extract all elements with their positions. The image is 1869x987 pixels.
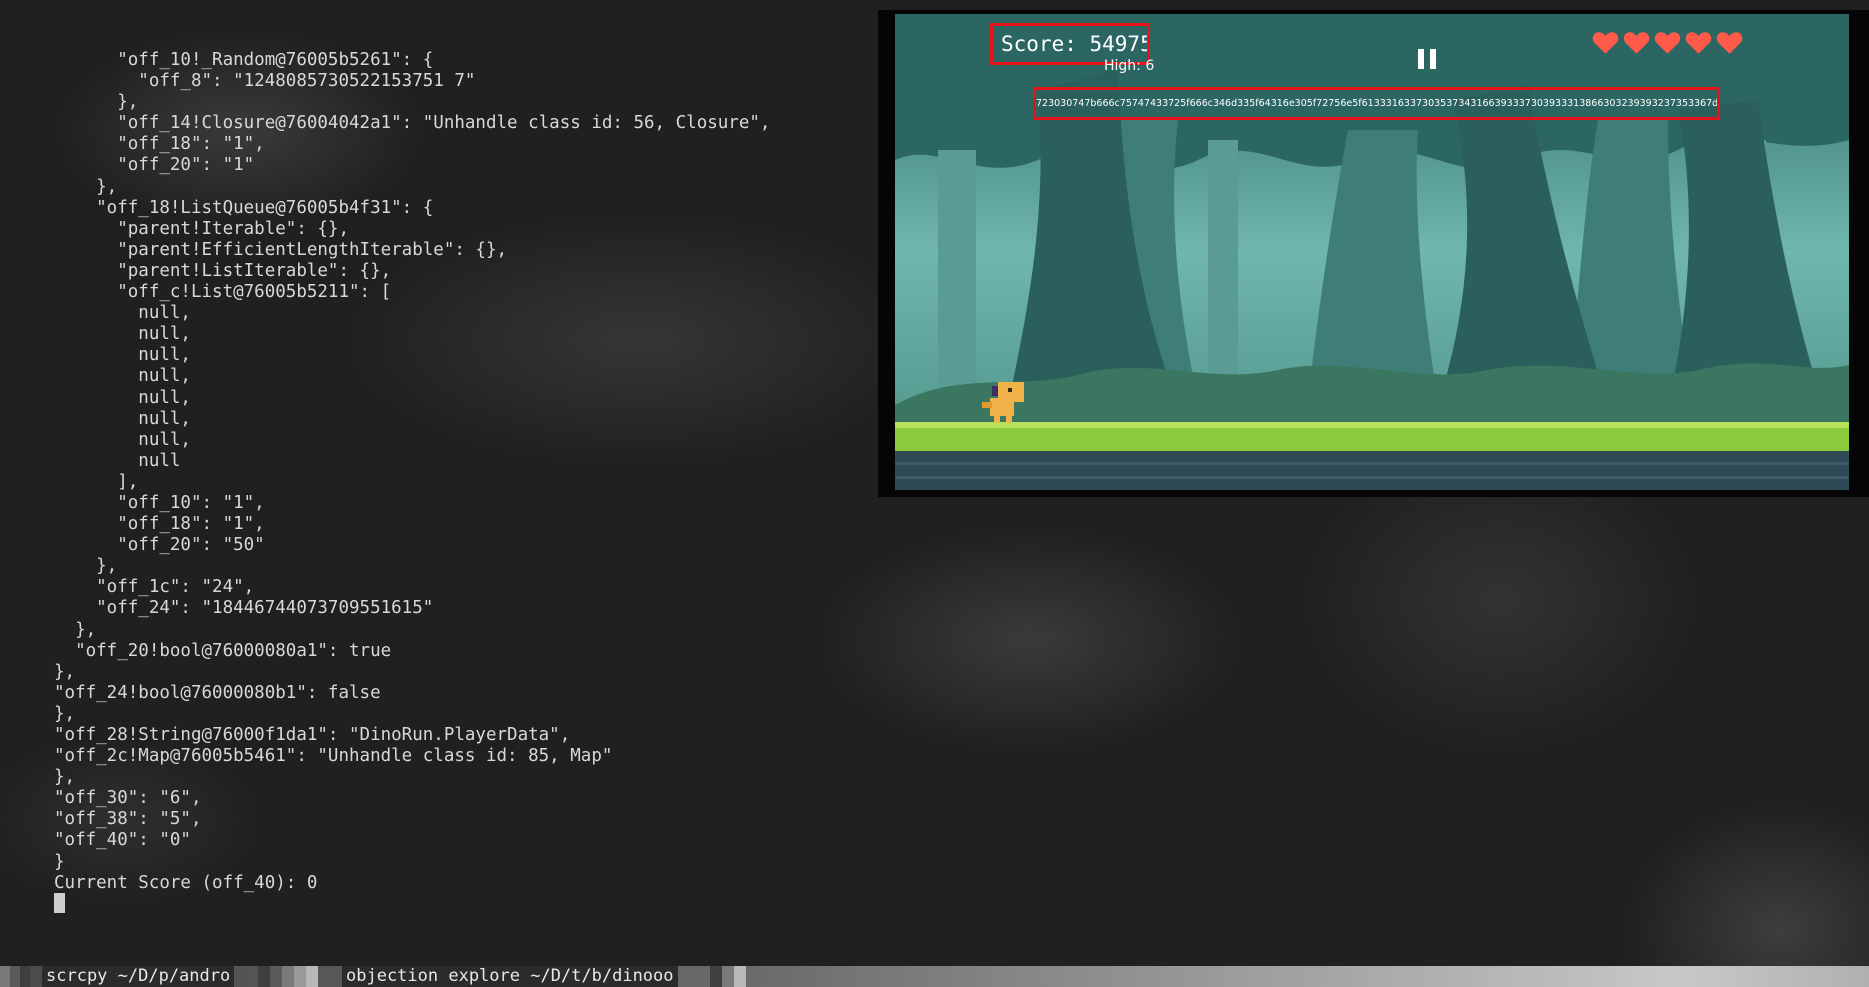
tmux-status-bar: scrcpy ~/D/p/andro objection explore ~/D… <box>0 966 1869 987</box>
status-window-scrcpy[interactable]: scrcpy ~/D/p/andro <box>42 966 235 987</box>
status-block <box>722 966 734 987</box>
heart-icon <box>1592 32 1619 54</box>
terminal-output: "off_10!_Random@76005b5261": { "off_8": … <box>54 50 771 893</box>
heart-icon <box>1654 32 1681 54</box>
flag-hash-text: 723030747b666c75747433725f666c346d335f64… <box>1033 87 1720 120</box>
desktop-screen: "off_10!_Random@76005b5261": { "off_8": … <box>0 0 1869 987</box>
status-block <box>734 966 746 987</box>
status-window-objection[interactable]: objection explore ~/D/t/b/dinooo <box>342 966 678 987</box>
status-block <box>20 966 30 987</box>
status-block <box>10 966 20 987</box>
status-block <box>306 966 318 987</box>
status-block <box>258 966 270 987</box>
pause-icon[interactable] <box>1418 49 1436 69</box>
high-score-label: High: 6 <box>1104 58 1155 74</box>
game-scene <box>878 10 1869 497</box>
heart-icon <box>1623 32 1650 54</box>
status-block <box>294 966 306 987</box>
scrcpy-game-window[interactable]: Score: 549755813632 High: 6 723030747b66… <box>878 10 1869 497</box>
lives-hearts <box>1592 30 1743 58</box>
status-block <box>270 966 282 987</box>
status-block <box>282 966 294 987</box>
status-block <box>710 966 722 987</box>
heart-icon <box>1716 32 1743 54</box>
heart-icon <box>1685 32 1712 54</box>
status-block <box>0 966 10 987</box>
terminal-cursor[interactable] <box>54 893 65 913</box>
